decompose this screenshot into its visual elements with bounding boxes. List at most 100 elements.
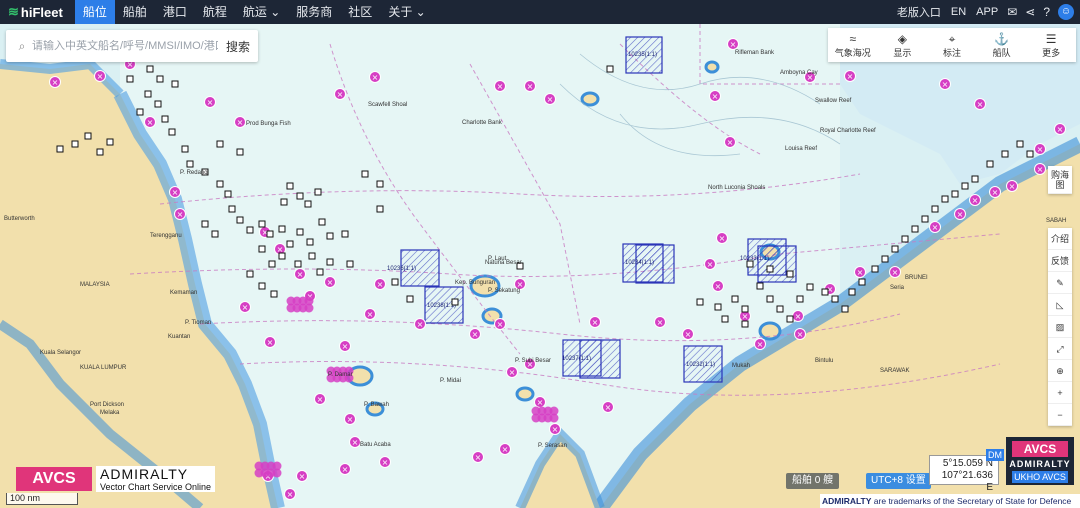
tool-annotate[interactable]: ⌖ 标注	[927, 28, 977, 62]
wreck-hazard-icon[interactable]: ×	[324, 276, 336, 288]
nav-ports[interactable]: 港口	[155, 0, 195, 24]
vessel-marker-icon[interactable]	[391, 278, 399, 286]
vessel-marker-icon[interactable]	[741, 305, 749, 313]
area-icon[interactable]: ▨	[1048, 316, 1072, 338]
vessel-marker-icon[interactable]	[168, 128, 176, 136]
vessel-marker-icon[interactable]	[776, 305, 784, 313]
wreck-hazard-icon[interactable]: ×	[724, 136, 736, 148]
vessel-marker-icon[interactable]	[451, 298, 459, 306]
vessel-marker-icon[interactable]	[246, 226, 254, 234]
wreck-hazard-icon[interactable]: ×	[534, 396, 546, 408]
vessel-marker-icon[interactable]	[931, 205, 939, 213]
vessel-marker-icon[interactable]	[136, 108, 144, 116]
utc-settings-button[interactable]: UTC+8 设置	[866, 473, 931, 489]
vessel-marker-icon[interactable]	[280, 198, 288, 206]
vessel-marker-icon[interactable]	[848, 288, 856, 296]
wreck-hazard-icon[interactable]: ×	[204, 96, 216, 108]
vessel-marker-icon[interactable]	[941, 195, 949, 203]
wreck-hazard-icon[interactable]: ×	[754, 338, 766, 350]
wreck-hazard-icon[interactable]: ×	[974, 98, 986, 110]
vessel-marker-icon[interactable]	[766, 265, 774, 273]
vessel-marker-icon[interactable]	[224, 190, 232, 198]
wreck-hazard-icon[interactable]: ×	[414, 318, 426, 330]
wreck-hazard-icon[interactable]: ×	[1006, 180, 1018, 192]
brand-logo[interactable]: ≋ hiFleet	[0, 0, 75, 24]
vessel-marker-icon[interactable]	[831, 295, 839, 303]
vessel-marker-icon[interactable]	[318, 218, 326, 226]
vessel-marker-icon[interactable]	[346, 260, 354, 268]
vessel-marker-icon[interactable]	[921, 215, 929, 223]
vessel-marker-icon[interactable]	[326, 232, 334, 240]
nav-ships[interactable]: 船舶	[115, 0, 155, 24]
intro-button[interactable]: 介绍	[1048, 228, 1072, 250]
nav-voyages[interactable]: 航程	[195, 0, 235, 24]
vessel-marker-icon[interactable]	[258, 282, 266, 290]
vessel-marker-icon[interactable]	[696, 298, 704, 306]
vessel-marker-icon[interactable]	[216, 140, 224, 148]
locate-icon[interactable]: ⊕	[1048, 360, 1072, 382]
wreck-hazard-icon[interactable]: ×	[379, 456, 391, 468]
vessel-marker-icon[interactable]	[296, 192, 304, 200]
vessel-marker-icon[interactable]	[786, 315, 794, 323]
wreck-hazard-icon[interactable]: ×	[494, 80, 506, 92]
vessel-marker-icon[interactable]	[891, 245, 899, 253]
wreck-hazard-icon[interactable]: ×	[144, 116, 156, 128]
vessel-marker-icon[interactable]	[96, 148, 104, 156]
vessel-marker-icon[interactable]	[871, 265, 879, 273]
wreck-hazard-icon[interactable]: ×	[654, 316, 666, 328]
tool-display[interactable]: ◈ 显示	[878, 28, 928, 62]
vessel-marker-icon[interactable]	[304, 200, 312, 208]
vessel-marker-icon[interactable]	[341, 230, 349, 238]
vessel-marker-icon[interactable]	[201, 220, 209, 228]
wreck-hazard-icon[interactable]: ×	[1054, 123, 1066, 135]
vessel-marker-icon[interactable]	[606, 65, 614, 73]
vessel-marker-icon[interactable]	[268, 260, 276, 268]
wreck-hazard-icon[interactable]: ×	[374, 278, 386, 290]
wreck-hazard-icon[interactable]: ×	[294, 268, 306, 280]
chat-icon[interactable]: ✉	[1003, 5, 1021, 19]
user-avatar-icon[interactable]: ☺	[1058, 4, 1074, 20]
nav-ship-position[interactable]: 船位	[74, 0, 115, 24]
vessel-marker-icon[interactable]	[314, 188, 322, 196]
vessel-marker-icon[interactable]	[786, 270, 794, 278]
vessel-marker-icon[interactable]	[361, 170, 369, 178]
wreck-hazard-icon[interactable]: ×	[589, 316, 601, 328]
wreck-hazard-icon[interactable]: ×	[506, 366, 518, 378]
vessel-marker-icon[interactable]	[741, 320, 749, 328]
vessel-marker-icon[interactable]	[270, 290, 278, 298]
vessel-marker-icon[interactable]	[841, 305, 849, 313]
wreck-hazard-icon[interactable]: ×	[349, 436, 361, 448]
vessel-marker-icon[interactable]	[746, 260, 754, 268]
app-link[interactable]: APP	[971, 6, 1003, 18]
vessel-marker-icon[interactable]	[721, 315, 729, 323]
vessel-marker-icon[interactable]	[756, 282, 764, 290]
vessel-marker-icon[interactable]	[986, 160, 994, 168]
wreck-hazard-icon[interactable]: ×	[929, 221, 941, 233]
vessel-marker-icon[interactable]	[181, 145, 189, 153]
vessel-marker-icon[interactable]	[286, 240, 294, 248]
vessel-marker-icon[interactable]	[71, 140, 79, 148]
vessel-marker-icon[interactable]	[211, 230, 219, 238]
zoom-out-icon[interactable]: −	[1048, 404, 1072, 426]
wreck-hazard-icon[interactable]: ×	[296, 470, 308, 482]
vessel-marker-icon[interactable]	[106, 138, 114, 146]
vessel-marker-icon[interactable]	[326, 258, 334, 266]
wreck-hazard-icon[interactable]: ×	[344, 413, 356, 425]
vessel-marker-icon[interactable]	[84, 132, 92, 140]
search-button[interactable]: 搜索	[218, 38, 258, 55]
vessel-marker-icon[interactable]	[766, 295, 774, 303]
vessel-marker-icon[interactable]	[1026, 150, 1034, 158]
feedback-button[interactable]: 反馈	[1048, 250, 1072, 272]
wreck-hazard-icon[interactable]: ×	[494, 318, 506, 330]
wreck-hazard-icon[interactable]: ×	[969, 194, 981, 206]
language-switch[interactable]: EN	[946, 6, 971, 18]
vessel-marker-icon[interactable]	[911, 225, 919, 233]
vessel-marker-icon[interactable]	[821, 288, 829, 296]
vessel-marker-icon[interactable]	[228, 205, 236, 213]
nav-providers[interactable]: 服务商	[288, 0, 340, 24]
vessel-marker-icon[interactable]	[278, 252, 286, 260]
nav-about-dropdown[interactable]: 关于 ⌄	[380, 0, 433, 24]
wreck-hazard-icon[interactable]: ×	[334, 88, 346, 100]
vessel-marker-icon[interactable]	[146, 65, 154, 73]
wreck-hazard-icon[interactable]: ×	[339, 340, 351, 352]
